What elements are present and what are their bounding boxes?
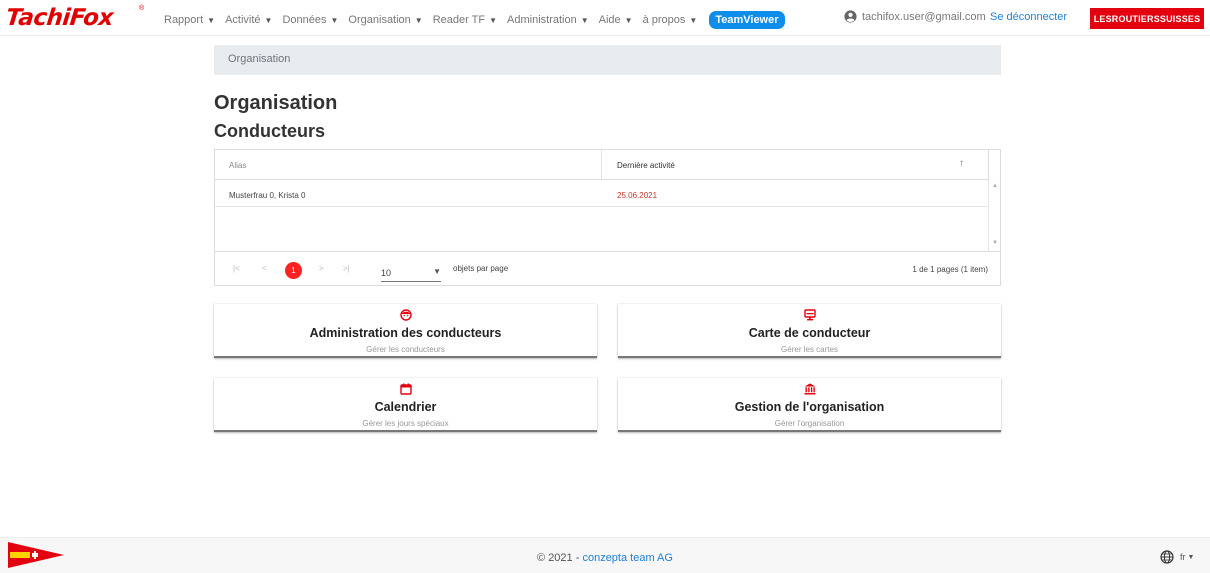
calendar-icon xyxy=(399,383,412,395)
caret-down-icon: ▼ xyxy=(264,15,273,25)
grid-pager: |< < 1 > >| 10 ▼ objets par page 1 de 1 … xyxy=(215,251,1000,286)
caret-down-icon: ▼ xyxy=(1187,553,1195,561)
page-size-label: objets par page xyxy=(453,264,509,273)
menu-aide[interactable]: Aide ▼ xyxy=(599,14,633,26)
drivers-grid: Alias Dernière activité ↑ Musterfrau 0, … xyxy=(214,149,1001,286)
logo-text: TachiFox xyxy=(4,5,115,31)
tile-calendar[interactable]: Calendrier Gérer les jours spéciaux xyxy=(214,378,597,432)
scroll-down-icon[interactable]: ▼ xyxy=(992,240,998,246)
tile-driver-card[interactable]: Carte de conducteur Gérer les cartes xyxy=(618,304,1001,358)
main-menu: Rapport ▼ Activité ▼ Données ▼ Organisation… xyxy=(164,11,785,29)
institution-icon xyxy=(804,383,815,395)
menu-label: Organisation xyxy=(348,14,411,26)
cell-alias: Musterfrau 0, Krista 0 xyxy=(229,191,306,200)
user-email: tachifox.user@gmail.com xyxy=(862,10,986,23)
column-header-alias[interactable]: Alias xyxy=(229,161,246,170)
caret-down-icon: ▼ xyxy=(330,15,339,25)
menu-organisation[interactable]: Organisation ▼ xyxy=(348,14,422,26)
footer: © 2021 - conzepta team AG fr ▼ xyxy=(0,537,1210,573)
grid-scrollbar[interactable]: ▲ ▼ xyxy=(988,180,1001,251)
caret-down-icon: ▼ xyxy=(207,15,216,25)
breadcrumb: Organisation xyxy=(214,45,1001,75)
tile-title: Calendrier xyxy=(374,400,437,414)
last-page-button[interactable]: >| xyxy=(343,264,350,273)
teamviewer-button[interactable]: TeamViewer xyxy=(709,11,785,29)
caret-down-icon: ▼ xyxy=(489,15,498,25)
language-selector[interactable]: fr ▼ xyxy=(1160,550,1194,564)
caret-down-icon: ▼ xyxy=(580,15,589,25)
menu-label: Rapport xyxy=(164,14,204,26)
tachifox-logo[interactable]: TachiFox ® xyxy=(4,5,146,31)
pager-info: 1 de 1 pages (1 item) xyxy=(912,265,988,274)
page-size-value: 10 xyxy=(381,268,392,278)
caret-down-icon: ▼ xyxy=(433,267,441,276)
page-title: Organisation xyxy=(214,92,338,114)
scroll-up-icon[interactable]: ▲ xyxy=(992,183,998,189)
driver-face-icon xyxy=(399,309,412,321)
tile-driver-administration[interactable]: Administration des conducteurs Gérer les… xyxy=(214,304,597,358)
menu-label: Aide xyxy=(598,14,621,26)
section-title: Conducteurs xyxy=(214,121,326,141)
copyright-text: © 2021 - xyxy=(537,552,583,564)
tile-title: Gestion de l'organisation xyxy=(734,400,885,414)
column-divider xyxy=(988,150,989,180)
current-page-button[interactable]: 1 xyxy=(285,262,302,279)
menu-a-propos[interactable]: à propos ▼ xyxy=(643,14,698,26)
company-link[interactable]: conzepta team AG xyxy=(582,552,673,564)
tile-title: Administration des conducteurs xyxy=(309,326,502,340)
tile-subtitle: Gérer les conducteurs xyxy=(366,345,445,354)
menu-label: Administration xyxy=(507,14,577,26)
tile-subtitle: Gérer l'organisation xyxy=(774,419,845,428)
caret-down-icon: ▼ xyxy=(624,15,633,25)
first-page-button[interactable]: |< xyxy=(233,264,240,273)
caret-down-icon: ▼ xyxy=(414,15,423,25)
menu-label: Données xyxy=(282,14,327,26)
column-header-last-activity[interactable]: Dernière activité xyxy=(617,161,675,170)
menu-administration[interactable]: Administration ▼ xyxy=(507,14,589,26)
footer-copyright: © 2021 - conzepta team AG xyxy=(0,552,1210,564)
menu-label: à propos xyxy=(642,14,686,26)
previous-page-button[interactable]: < xyxy=(262,264,267,273)
logo-registered-mark: ® xyxy=(139,5,145,12)
next-page-button[interactable]: > xyxy=(319,264,324,273)
user-circle-icon xyxy=(844,10,857,23)
tile-organisation-management[interactable]: Gestion de l'organisation Gérer l'organi… xyxy=(618,378,1001,432)
menu-reader-tf[interactable]: Reader TF ▼ xyxy=(433,14,497,26)
menu-donnees[interactable]: Données ▼ xyxy=(282,14,338,26)
grid-header: Alias Dernière activité ↑ xyxy=(215,150,989,180)
breadcrumb-current: Organisation xyxy=(228,53,291,65)
organisation-badge[interactable]: LESROUTIERSSUISSES xyxy=(1090,8,1204,29)
tile-title: Carte de conducteur xyxy=(748,326,871,340)
language-code: fr xyxy=(1180,552,1186,562)
user-account[interactable]: tachifox.user@gmail.com xyxy=(844,10,986,23)
menu-activite[interactable]: Activité ▼ xyxy=(225,14,272,26)
driver-card-icon xyxy=(803,309,816,321)
cell-last-activity: 25.06.2021 xyxy=(617,191,658,200)
tile-subtitle: Gérer les jours spéciaux xyxy=(362,419,449,428)
page-size-select[interactable]: 10 ▼ xyxy=(381,264,441,282)
logout-link[interactable]: Se déconnecter xyxy=(990,11,1067,23)
caret-down-icon: ▼ xyxy=(689,15,698,25)
globe-icon xyxy=(1160,550,1174,564)
top-navbar: TachiFox ® Rapport ▼ Activité ▼ Données ▼ O… xyxy=(0,0,1210,36)
tile-subtitle: Gérer les cartes xyxy=(781,345,838,354)
menu-label: Reader TF xyxy=(432,14,486,26)
column-divider xyxy=(601,150,602,180)
menu-label: Activité xyxy=(225,14,261,26)
sort-ascending-icon[interactable]: ↑ xyxy=(959,158,964,169)
table-row[interactable]: Musterfrau 0, Krista 0 25.06.2021 xyxy=(215,181,988,207)
menu-rapport[interactable]: Rapport ▼ xyxy=(164,14,215,26)
